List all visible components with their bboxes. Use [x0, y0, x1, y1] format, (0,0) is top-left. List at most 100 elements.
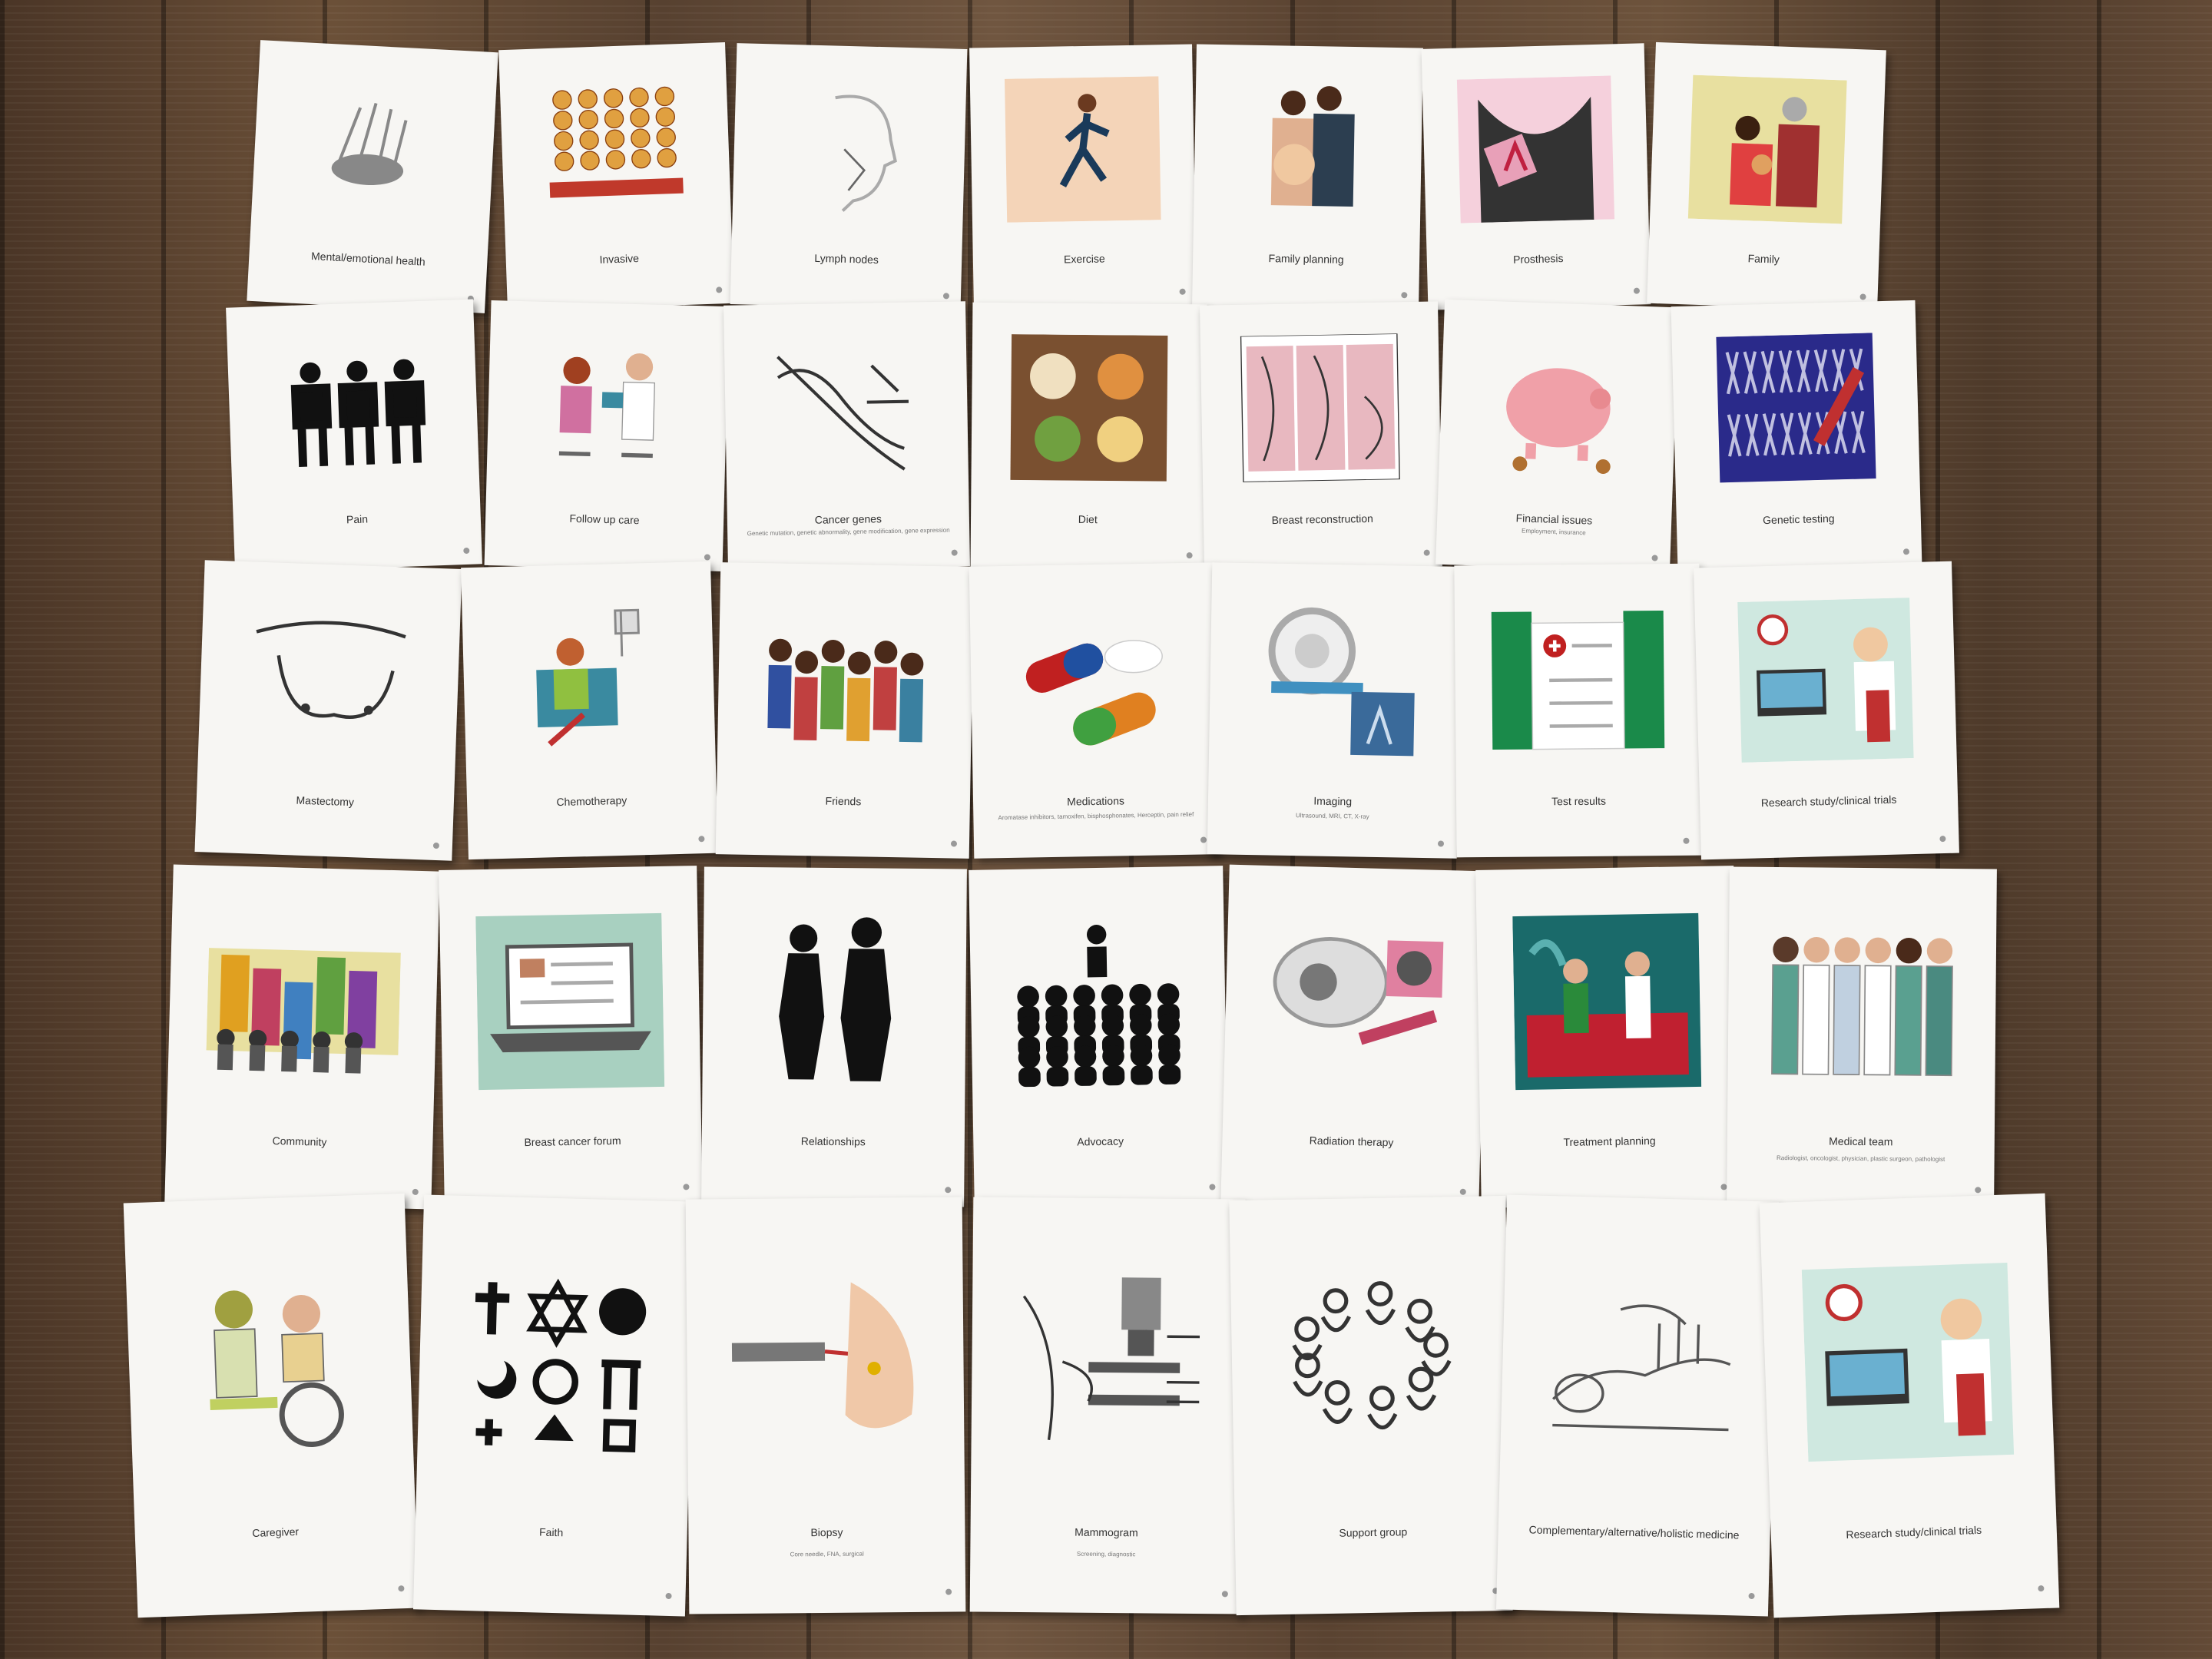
- card-mental-emotional-health: Mental/emotional health: [247, 40, 498, 313]
- card-sublabel: Aromatase inhibitors, tamoxifen, bisphos…: [998, 810, 1194, 822]
- couple-icon: [1225, 76, 1391, 223]
- card-label: Friends: [825, 794, 862, 808]
- card-corner-dot: [1974, 1187, 1981, 1194]
- card-label: Mental/emotional health: [310, 249, 426, 268]
- piggy-bank-icon: [1472, 333, 1645, 484]
- runner-icon: [1001, 76, 1164, 223]
- card-research-study-clinical-trials: Research study/clinical trials: [1694, 561, 1959, 860]
- card-label: Family planning: [1268, 251, 1344, 266]
- card-label: Prosthesis: [1512, 251, 1564, 266]
- card-follow-up-care: Follow up care: [484, 300, 730, 571]
- ribbon-icon: [1453, 75, 1618, 224]
- radiation-machine-icon: [1260, 906, 1450, 1097]
- card-label: Genetic testing: [1762, 512, 1835, 526]
- card-mastectomy: Mastectomy: [194, 560, 462, 861]
- card-label: Advocacy: [1077, 1134, 1124, 1148]
- lab-icon: [1730, 597, 1920, 763]
- silhouettes-icon: [739, 908, 929, 1095]
- card-label: Community: [272, 1134, 327, 1148]
- city-icon: [205, 906, 402, 1097]
- mri-icon: [1243, 598, 1426, 762]
- hand-icon: [285, 73, 464, 225]
- team-meeting-icon: [1512, 907, 1702, 1096]
- card-exercise: Exercise: [969, 44, 1197, 310]
- card-corner-dot: [698, 835, 705, 843]
- card-biopsy: Biopsy Core needle, FNA, surgical: [685, 1197, 966, 1614]
- mastectomy-icon: [234, 596, 425, 763]
- card-financial-issues: Financial issues Employment, insurance: [1435, 299, 1679, 573]
- card-caregiver: Caregiver: [123, 1193, 419, 1618]
- card-sublabel: Core needle, FNA, surgical: [790, 1550, 864, 1558]
- card-corner-dot: [1221, 1591, 1229, 1598]
- card-cancer-genes: Cancer genes Genetic mutation, genetic ab…: [724, 301, 970, 571]
- needle-icon: [725, 1247, 926, 1477]
- card-label: Mammogram: [1075, 1525, 1138, 1538]
- card-corner-dot: [1683, 837, 1690, 844]
- family-icon: [1682, 75, 1853, 224]
- card-label: Cancer genes: [814, 512, 882, 526]
- card-label: Exercise: [1063, 252, 1105, 266]
- lab-icon: [1801, 1244, 2015, 1479]
- card-corner-dot: [1720, 1184, 1727, 1190]
- card-label: Biopsy: [810, 1525, 843, 1538]
- card-corner-dot: [716, 286, 723, 293]
- card-corner-dot: [397, 1585, 405, 1592]
- card-sublabel: Genetic mutation, genetic abnormality, g…: [747, 526, 950, 538]
- card-sublabel: Ultrasound, MRI, CT, X-ray: [1295, 812, 1369, 820]
- card-corner-dot: [1903, 548, 1910, 555]
- reconstruction-icon: [1233, 333, 1407, 483]
- card-medical-team: Medical team Radiologist, oncologist, phy…: [1727, 866, 1997, 1207]
- card-label: Complementary/alternative/holistic medic…: [1528, 1522, 1740, 1541]
- card-imaging: Imaging Ultrasound, MRI, CT, X-ray: [1207, 562, 1462, 859]
- head-profile-icon: [765, 75, 935, 224]
- card-research-study-clinical-trials: Research study/clinical trials: [1759, 1193, 2060, 1618]
- card-corner-dot: [665, 1593, 672, 1600]
- card-label: Follow up care: [569, 512, 640, 526]
- wheelchair-icon: [164, 1244, 375, 1479]
- card-corner-dot: [945, 1588, 952, 1596]
- card-corner-dot: [1438, 840, 1445, 847]
- friends-icon: [753, 598, 938, 762]
- card-corner-dot: [1179, 289, 1186, 296]
- card-label: Caregiver: [252, 1525, 300, 1539]
- card-corner-dot: [945, 1187, 952, 1194]
- card-corner-dot: [1939, 835, 1946, 843]
- card-label: Family: [1747, 251, 1780, 266]
- card-corner-dot: [951, 549, 958, 556]
- card-label: Faith: [538, 1525, 564, 1538]
- card-corner-dot: [412, 1189, 419, 1196]
- religious-symbols-icon: [455, 1246, 657, 1479]
- card-corner-dot: [1859, 293, 1866, 301]
- card-corner-dot: [432, 842, 440, 849]
- card-corner-dot: [2038, 1585, 2045, 1592]
- card-corner-dot: [1633, 287, 1640, 295]
- card-corner-dot: [1423, 549, 1431, 556]
- card-corner-dot: [683, 1184, 690, 1190]
- card-prosthesis: Prosthesis: [1421, 43, 1651, 310]
- card-label: Lymph nodes: [814, 251, 879, 266]
- card-invasive: Invasive: [498, 41, 734, 312]
- audience-icon: [1005, 907, 1190, 1096]
- card-mammogram: Mammogram Screening, diagnostic: [969, 1197, 1246, 1614]
- card-corner-dot: [1401, 292, 1408, 299]
- pain-figures-icon: [262, 332, 445, 484]
- medical-team-icon: [1765, 908, 1959, 1095]
- chromosome-icon: [1706, 333, 1886, 483]
- card-corner-dot: [1748, 1593, 1755, 1600]
- card-corner-dot: [1209, 1184, 1216, 1190]
- card-label: Medications: [1067, 794, 1125, 808]
- doctor-patient-icon: [520, 333, 695, 484]
- card-sublabel: Radiologist, oncologist, physician, plas…: [1776, 1154, 1945, 1163]
- card-relationships: Relationships: [701, 866, 967, 1207]
- dna-icon: [758, 333, 935, 482]
- card-label: Breast reconstruction: [1271, 512, 1374, 526]
- card-faith: Faith: [412, 1194, 697, 1617]
- laptop-icon: [475, 907, 665, 1096]
- card-label: Treatment planning: [1563, 1134, 1656, 1148]
- card-corner-dot: [942, 293, 950, 300]
- card-complementary-alternative-holistic-medicine: Complementary/alternative/holistic medic…: [1495, 1194, 1779, 1617]
- card-label: Mastectomy: [296, 793, 355, 809]
- card-label: Test results: [1551, 794, 1607, 808]
- card-medications: Medications Aromatase inhibitors, tamoxif…: [969, 562, 1220, 859]
- card-label: Support group: [1339, 1525, 1408, 1539]
